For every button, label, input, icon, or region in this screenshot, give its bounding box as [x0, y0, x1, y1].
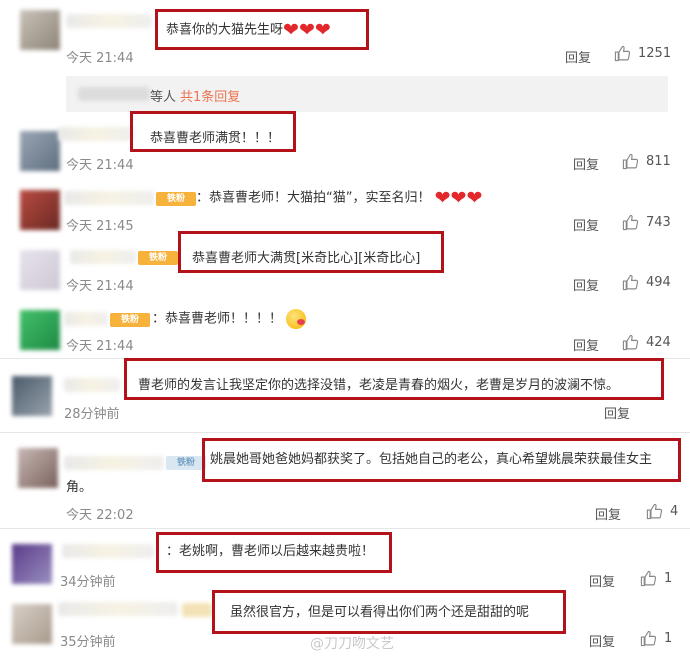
- comment-5: 铁粉 ：恭喜曹老师！！！！ 今天 21:44 回复 424: [0, 300, 690, 358]
- sub-reply-text: 等人: [150, 90, 177, 105]
- timestamp: 今天 21:44: [66, 51, 134, 66]
- avatar[interactable]: [12, 544, 52, 584]
- like-button[interactable]: 494: [622, 274, 671, 291]
- username-blurred[interactable]: [64, 191, 154, 205]
- highlight-box: [155, 9, 369, 50]
- username-blurred[interactable]: [66, 14, 152, 28]
- sub-reply-link[interactable]: 共1条回复: [180, 86, 240, 105]
- thumbs-up-icon: [640, 570, 657, 587]
- fan-badge: 铁粉: [138, 251, 178, 265]
- thumbs-up-icon: [646, 503, 663, 520]
- thumbs-up-icon: [614, 45, 631, 62]
- timestamp: 今天 21:44: [66, 279, 134, 294]
- timestamp: 今天 22:02: [66, 508, 134, 523]
- heart-icon: ❤: [450, 187, 467, 209]
- comment-8: ：老姚啊，曹老师以后越来越贵啦！ 34分钟前 回复 1: [0, 532, 690, 596]
- like-button[interactable]: 1: [640, 630, 672, 647]
- thumbs-up-icon: [640, 630, 657, 647]
- highlight-box: [124, 358, 664, 400]
- avatar[interactable]: [12, 604, 52, 644]
- like-button[interactable]: 4: [646, 503, 678, 520]
- heart-icon: ❤: [434, 187, 451, 209]
- username-blurred[interactable]: [64, 312, 108, 326]
- thumbs-up-icon: [622, 334, 639, 351]
- comment-1: 恭喜你的大猫先生呀❤❤❤ 今天 21:44 回复 1251 等人 共1条回复: [0, 0, 690, 120]
- avatar[interactable]: [18, 448, 58, 488]
- avatar[interactable]: [20, 131, 60, 171]
- sub-reply-box[interactable]: 等人 共1条回复: [66, 76, 668, 112]
- username-blurred[interactable]: [70, 250, 136, 264]
- highlight-box: [156, 532, 392, 573]
- comment-4: 铁粉 恭喜曹老师大满贯[米奇比心][米奇比心] 今天 21:44 回复 494: [0, 231, 690, 300]
- comment-text: ：恭喜曹老师！！！！: [152, 309, 307, 330]
- comment-7: 铁粉 姚晨她哥她爸她妈都获奖了。包括她自己的老公，真心希望姚晨荣获最佳女主 角。…: [0, 436, 690, 528]
- like-count: 743: [646, 215, 671, 230]
- like-button[interactable]: 811: [622, 153, 671, 170]
- like-button[interactable]: 1251: [614, 45, 671, 62]
- reply-button[interactable]: 回复: [595, 504, 621, 523]
- comment-text-content: ：恭喜曹老师！大猫拍“猫”，实至名归！: [196, 190, 431, 206]
- timestamp: 34分钟前: [60, 575, 116, 590]
- like-button[interactable]: 424: [622, 334, 671, 351]
- reply-button[interactable]: 回复: [565, 47, 591, 66]
- avatar[interactable]: [20, 10, 60, 50]
- reply-button[interactable]: 回复: [573, 215, 599, 234]
- comment-text-content: ：恭喜曹老师！！！！: [152, 311, 283, 327]
- highlight-box: [202, 438, 681, 482]
- timestamp: 35分钟前: [60, 635, 116, 650]
- reply-button[interactable]: 回复: [573, 275, 599, 294]
- watermark: @刀刀吻文艺: [310, 636, 394, 652]
- like-count: 1251: [638, 46, 672, 61]
- like-button[interactable]: 1: [640, 570, 672, 587]
- badge-blurred: [182, 603, 212, 617]
- like-count: 1: [664, 631, 673, 646]
- timestamp: 今天 21:44: [66, 339, 134, 354]
- fan-badge: 铁粉: [156, 192, 196, 206]
- avatar[interactable]: [20, 250, 60, 290]
- like-count: 1: [664, 571, 673, 586]
- avatar[interactable]: [20, 190, 60, 230]
- heart-icon: ❤: [466, 187, 483, 209]
- fan-badge: 铁粉: [166, 456, 206, 470]
- fan-badge: 铁粉: [110, 313, 150, 327]
- timestamp: 28分钟前: [64, 407, 120, 422]
- thumbs-up-icon: [622, 153, 639, 170]
- avatar[interactable]: [12, 376, 52, 416]
- reply-button[interactable]: 回复: [573, 335, 599, 354]
- reply-button[interactable]: 回复: [573, 154, 599, 173]
- username-blurred[interactable]: [62, 544, 154, 558]
- username-blurred[interactable]: [64, 378, 120, 392]
- comment-2: 恭喜曹老师满贯！！！ 今天 21:44 回复 811: [0, 111, 690, 180]
- comment-9: 虽然很官方，但是可以看得出你们两个还是甜甜的呢 35分钟前 回复 1: [0, 590, 690, 666]
- comment-text: ：恭喜曹老师！大猫拍“猫”，实至名归！ ❤❤❤: [196, 188, 482, 209]
- comment-text-line-2: 角。: [66, 480, 93, 495]
- username-blurred[interactable]: [58, 127, 134, 141]
- timestamp: 今天 21:44: [66, 158, 134, 173]
- timestamp: 今天 21:45: [66, 219, 134, 234]
- username-blurred[interactable]: [64, 456, 164, 470]
- comment-6: 曹老师的发言让我坚定你的选择没错，老凌是青春的烟火，老曹是岁月的波澜不惊。 28…: [0, 358, 690, 432]
- like-button[interactable]: 743: [622, 214, 671, 231]
- thumbs-up-icon: [622, 274, 639, 291]
- highlight-box: [130, 111, 296, 152]
- reply-button[interactable]: 回复: [589, 631, 615, 650]
- highlight-box: [212, 590, 566, 634]
- like-count: 494: [646, 275, 671, 290]
- like-count: 424: [646, 335, 671, 350]
- kiss-face-emoji: [286, 309, 307, 329]
- reply-button[interactable]: 回复: [604, 403, 630, 422]
- divider: [0, 432, 690, 433]
- reply-button[interactable]: 回复: [589, 571, 615, 590]
- username-blurred[interactable]: [58, 602, 178, 616]
- thumbs-up-icon: [622, 214, 639, 231]
- like-count: 811: [646, 154, 671, 169]
- avatar[interactable]: [20, 310, 60, 350]
- divider: [0, 528, 690, 529]
- like-count: 4: [670, 504, 679, 519]
- highlight-box: [178, 231, 444, 273]
- sub-reply-names-blurred: [78, 87, 150, 101]
